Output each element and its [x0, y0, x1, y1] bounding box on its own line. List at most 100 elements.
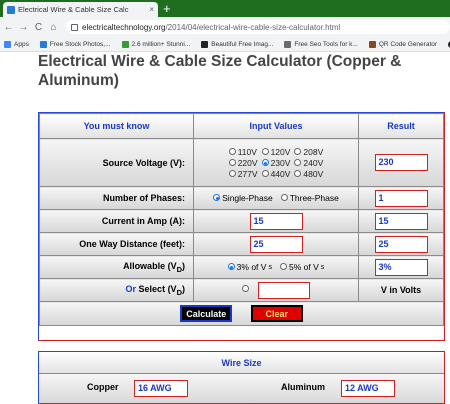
current-result-cell: 15 [358, 209, 444, 233]
clear-button[interactable]: Clear [250, 305, 303, 322]
voltage-radio-277[interactable]: 277V [228, 169, 258, 179]
reload-icon[interactable]: C [32, 22, 45, 33]
allowable-label: Allowable (VD) [39, 255, 194, 279]
allowable-row: Allowable (VD) 3% of Vs 5% of Vs 3% [39, 255, 444, 279]
buttons-cell: Calculate Clear [39, 301, 444, 326]
distance-result-field[interactable]: 25 [374, 235, 428, 253]
copper-result-field[interactable]: 16 AWG [134, 380, 188, 397]
wire-size-body: Copper 16 AWG Aluminum 12 AWG [39, 374, 444, 403]
calculator-header-row: You must know Input Values Result [39, 113, 444, 139]
radio-selected-icon [227, 263, 235, 271]
source-voltage-row: Source Voltage (V): 110V 120V 208V 220V … [39, 138, 444, 187]
distance-result-cell: 25 [358, 232, 444, 256]
select-vd-radio[interactable] [242, 285, 250, 293]
current-result-field[interactable]: 15 [374, 212, 428, 230]
tab-title: Electrical Wire & Cable Size Calc [18, 5, 129, 14]
bookmarks-bar: Apps Free Stock Photos,... 2.6 million+ … [0, 37, 450, 52]
allowable-options: 3% of Vs 5% of Vs [193, 255, 359, 279]
voltage-radio-240[interactable]: 240V [294, 158, 323, 168]
header-you-must-know: You must know [39, 113, 194, 139]
url-bar[interactable]: electricaltechnology.org /2014/04/electr… [66, 20, 450, 34]
bookmark-favicon-icon [121, 40, 129, 48]
radio-icon [228, 148, 236, 155]
distance-input-cell: 25 [193, 232, 359, 256]
new-tab-icon[interactable]: + [163, 1, 171, 16]
home-icon[interactable]: ⌂ [47, 22, 60, 33]
wire-size-panel: Wire Size Copper 16 AWG Aluminum 12 AWG [38, 351, 445, 404]
select-vd-input[interactable] [257, 281, 310, 299]
distance-input[interactable]: 25 [249, 235, 303, 253]
bookmark-favicon-icon [201, 40, 209, 48]
url-path: /2014/04/electrical-wire-cable-size-calc… [165, 22, 341, 32]
url-host: electricaltechnology.org [82, 22, 166, 32]
allowable-radio-5pct[interactable]: 5% of Vs [280, 262, 324, 272]
current-label: Current in Amp (A): [39, 209, 194, 233]
allowable-radio-3pct[interactable]: 3% of Vs [227, 262, 272, 272]
voltage-radio-208[interactable]: 208V [294, 147, 323, 157]
header-input-values: Input Values [193, 113, 359, 139]
phase-radio-single[interactable]: Single-Phase [213, 193, 273, 203]
source-voltage-label: Source Voltage (V): [39, 138, 194, 187]
copper-value-cell: 16 AWG [134, 380, 188, 397]
current-row: Current in Amp (A): 15 15 [39, 209, 444, 233]
radio-selected-icon [261, 159, 269, 166]
calculate-button[interactable]: Calculate [180, 305, 233, 322]
radio-selected-icon [213, 194, 221, 202]
bookmark-favicon-icon [39, 40, 47, 48]
radio-icon [294, 170, 302, 177]
bookmark-apps[interactable]: Apps [4, 40, 29, 48]
distance-row: One Way Distance (feet): 25 25 [39, 232, 444, 256]
phases-options: Single-Phase Three-Phase [193, 186, 359, 210]
bookmark-item[interactable]: Free Stock Photos,... [39, 40, 111, 48]
apps-grid-icon [4, 40, 11, 48]
bookmark-item[interactable]: Beautiful Free Imag... [201, 40, 273, 48]
phases-label: Number of Phases: [39, 186, 194, 210]
radio-icon [228, 170, 236, 177]
wire-size-header: Wire Size [39, 352, 444, 374]
voltage-radio-440[interactable]: 440V [261, 169, 290, 179]
radio-icon [242, 285, 250, 293]
phases-result-cell: 1 [358, 186, 444, 210]
radio-icon [261, 148, 269, 155]
browser-tab[interactable]: Electrical Wire & Cable Size Calc × [3, 2, 158, 17]
qr-code-icon [368, 40, 376, 48]
allowable-result-cell: 3% [358, 255, 444, 279]
aluminum-value-cell: 12 AWG [341, 380, 395, 397]
voltage-options: 110V 120V 208V 220V 230V 240V 277V 440V … [193, 138, 359, 187]
voltage-radio-220[interactable]: 220V [228, 158, 258, 168]
radio-icon [261, 170, 269, 177]
voltage-radio-230[interactable]: 230V [261, 158, 290, 168]
select-vd-row: Or Select (VD) V in Volts [39, 278, 444, 302]
bookmark-favicon-icon [284, 40, 292, 48]
back-icon[interactable]: ← [2, 22, 15, 33]
v-in-volts-label: V in Volts [358, 278, 444, 302]
bookmark-item[interactable]: Free Seo Tools for k... [284, 40, 358, 48]
bookmark-item[interactable]: 2.6 million+ Stunni... [121, 40, 190, 48]
current-input-cell: 15 [193, 209, 359, 233]
voltage-radio-group: 110V 120V 208V 220V 230V 240V 277V 440V … [194, 147, 358, 179]
calculator-panel: You must know Input Values Result Source… [38, 112, 445, 341]
aluminum-result-field[interactable]: 12 AWG [341, 380, 395, 397]
voltage-radio-110[interactable]: 110V [228, 147, 258, 157]
phase-radio-three[interactable]: Three-Phase [280, 193, 339, 203]
forward-icon[interactable]: → [17, 22, 30, 33]
select-vd-label: Or Select (VD) [39, 278, 194, 302]
tab-close-icon[interactable]: × [145, 5, 158, 14]
radio-icon [294, 159, 302, 166]
bookmark-item[interactable]: QR Code Generator [368, 40, 437, 48]
current-input[interactable]: 15 [249, 212, 303, 230]
voltage-radio-120[interactable]: 120V [261, 147, 290, 157]
calculator-table: You must know Input Values Result Source… [39, 113, 444, 326]
allowable-result-field[interactable]: 3% [374, 258, 428, 276]
site-favicon-icon [7, 5, 15, 14]
select-vd-input-cell [193, 278, 359, 302]
phases-result-field[interactable]: 1 [374, 189, 428, 207]
voltage-result-field[interactable]: 230 [374, 154, 428, 171]
page-title: Electrical Wire & Cable Size Calculator … [38, 53, 402, 89]
lock-icon [71, 23, 78, 31]
distance-label: One Way Distance (feet): [39, 232, 194, 256]
voltage-radio-480[interactable]: 480V [294, 169, 323, 179]
address-toolbar: ← → C ⌂ electricaltechnology.org /2014/0… [0, 17, 450, 37]
phases-radio-group: Single-Phase Three-Phase [213, 193, 339, 203]
allowable-radio-group: 3% of Vs 5% of Vs [227, 262, 324, 272]
